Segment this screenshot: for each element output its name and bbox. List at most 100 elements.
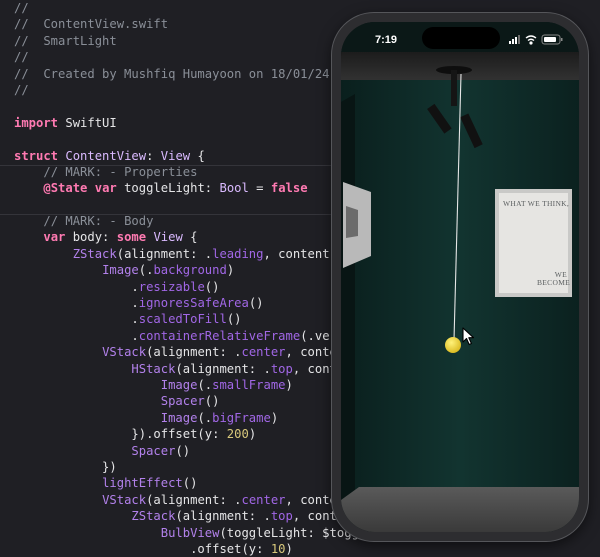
code-token: body: <box>65 230 117 245</box>
iphone-simulator: WHAT WE THINK, WE BECOME 7:19 <box>332 13 588 541</box>
code-token: // MARK: - Body <box>43 214 154 229</box>
code-token: top <box>270 509 293 524</box>
simulator-screen[interactable]: WHAT WE THINK, WE BECOME 7:19 <box>341 22 579 532</box>
code-token: 10 <box>270 541 286 556</box>
code-token: @State <box>43 181 88 196</box>
code-token: (. <box>138 263 154 278</box>
code-token: smallFrame <box>212 377 286 392</box>
code-token: center <box>241 345 286 360</box>
code-token: ZStack <box>131 509 176 524</box>
light-bulb-icon[interactable] <box>445 337 461 353</box>
code-token: (. <box>197 410 213 425</box>
battery-icon <box>541 34 563 45</box>
code-token: . <box>14 296 139 311</box>
code-token: ) <box>285 541 293 556</box>
code-token: (alignment: . <box>146 492 242 507</box>
code-token: var <box>94 181 117 196</box>
code-token: some <box>116 230 147 245</box>
code-token: Image <box>160 410 198 425</box>
status-icons <box>509 34 563 45</box>
code-token: scaledToFill <box>138 312 227 327</box>
code-token: SwiftUI <box>58 115 117 130</box>
code-token: = <box>248 181 271 196</box>
code-token: . <box>14 279 139 294</box>
code-token: top <box>270 361 293 376</box>
code-token: }) <box>14 459 117 474</box>
code-token: bigFrame <box>212 410 271 425</box>
code-token: : <box>146 148 161 163</box>
status-bar: 7:19 <box>341 22 579 56</box>
code-token: // Created by Mushfiq Humayoon on 18/01/… <box>14 66 337 81</box>
code-token: Image <box>102 263 139 278</box>
mouse-pointer-icon <box>462 327 475 346</box>
editor-line-separator <box>0 214 340 215</box>
code-token: (alignment: . <box>146 345 242 360</box>
code-token: VStack <box>102 345 147 360</box>
code-line[interactable]: .offset(y: 10) <box>14 541 403 557</box>
code-token: () <box>182 476 198 491</box>
code-token: BulbView <box>160 525 220 540</box>
code-token: ) <box>285 377 293 392</box>
code-token: () <box>226 312 242 327</box>
code-token: toggleLight: <box>116 181 220 196</box>
code-token: ignoresSafeArea <box>138 296 249 311</box>
code-token: // <box>14 1 29 15</box>
code-token: // <box>14 50 29 65</box>
frame-text-top: WHAT WE THINK, <box>503 199 570 208</box>
wifi-icon <box>525 35 537 45</box>
code-token: struct <box>14 148 59 163</box>
code-token: { <box>190 148 205 163</box>
code-token: .offset(y: <box>14 541 271 556</box>
code-token: resizable <box>138 279 205 294</box>
code-token: VStack <box>102 492 147 507</box>
code-token: { <box>182 230 198 245</box>
code-token: () <box>204 279 220 294</box>
code-token: background <box>153 263 227 278</box>
code-token: import <box>14 115 59 130</box>
code-token: Spacer <box>131 443 176 458</box>
code-token: Image <box>160 377 198 392</box>
code-token: leading <box>212 246 264 261</box>
code-token: () <box>204 394 220 409</box>
code-token: }).offset(y: <box>14 427 227 442</box>
code-token: View <box>153 230 183 245</box>
code-token: // <box>14 82 29 97</box>
code-token: // SmartLight <box>14 33 117 48</box>
frame-text-bottom: WE BECOME <box>537 270 571 287</box>
code-token: lightEffect <box>102 476 183 491</box>
code-token: center <box>241 492 286 507</box>
code-token: . <box>14 328 139 343</box>
code-token: // ContentView.swift <box>14 17 169 32</box>
code-token: Bool <box>219 181 249 196</box>
code-token: (. <box>197 377 213 392</box>
code-token: HStack <box>131 361 176 376</box>
status-time: 7:19 <box>375 34 398 46</box>
code-token: ) <box>226 263 235 278</box>
signal-icon <box>509 35 520 44</box>
dynamic-island <box>422 27 500 49</box>
code-line[interactable]: // <box>14 0 403 16</box>
code-token: false <box>270 181 308 196</box>
left-wall <box>341 94 355 502</box>
code-token: containerRelativeFrame <box>138 328 301 343</box>
code-token: (alignment: . <box>175 509 271 524</box>
code-token: (alignment: . <box>175 361 271 376</box>
code-token: ) <box>248 427 257 442</box>
code-token: ) <box>270 410 279 425</box>
code-token: , content: <box>263 246 337 261</box>
